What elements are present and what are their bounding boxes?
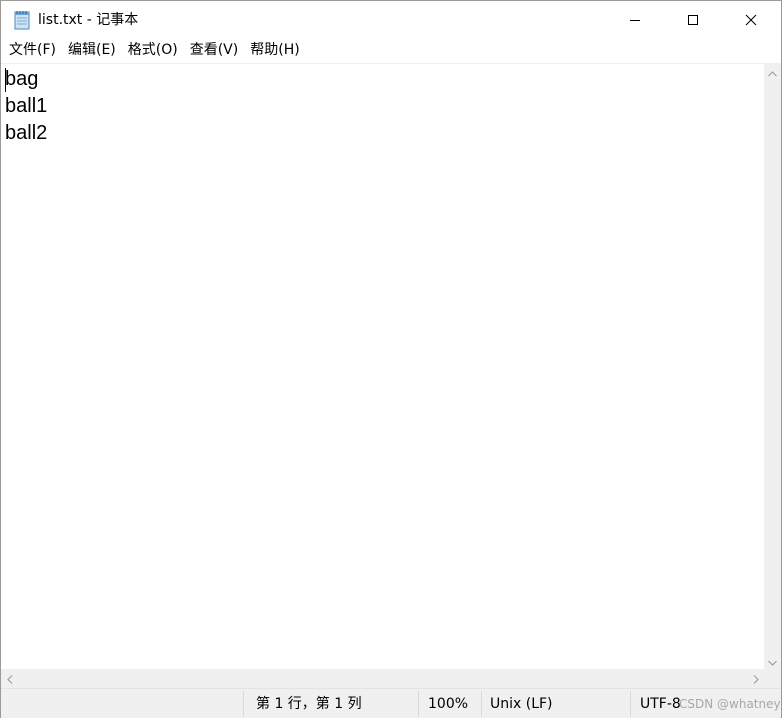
text-line[interactable]: bag xyxy=(5,66,47,93)
window-title: list.txt - 记事本 xyxy=(38,12,139,28)
scroll-left-button[interactable] xyxy=(1,669,18,688)
maximize-icon xyxy=(687,14,699,26)
minimize-icon xyxy=(629,14,641,26)
text-line[interactable]: ball1 xyxy=(5,93,47,120)
scrollbar-corner xyxy=(764,669,781,688)
text-line[interactable]: ball2 xyxy=(5,120,47,147)
close-icon xyxy=(745,14,757,26)
status-bar: 第 1 行，第 1 列 100% Unix (LF) UTF-8 CSDN @w… xyxy=(1,688,781,718)
maximize-button[interactable] xyxy=(663,1,723,38)
scroll-down-button[interactable] xyxy=(764,652,781,669)
notepad-icon xyxy=(12,10,32,30)
status-divider xyxy=(481,691,482,717)
menu-format[interactable]: 格式(O) xyxy=(122,38,184,63)
menu-edit[interactable]: 编辑(E) xyxy=(62,38,122,63)
menu-view[interactable]: 查看(V) xyxy=(184,38,245,63)
menu-file[interactable]: 文件(F) xyxy=(3,38,62,63)
title-bar[interactable]: list.txt - 记事本 xyxy=(1,1,781,38)
minimize-button[interactable] xyxy=(605,1,665,38)
notepad-window: list.txt - 记事本 文件(F) 编辑(E) 格式(O) 查看(V) 帮… xyxy=(0,0,782,718)
chevron-right-icon xyxy=(753,669,759,688)
chevron-up-icon xyxy=(768,62,777,81)
horizontal-scrollbar[interactable] xyxy=(1,669,764,688)
encoding: UTF-8 xyxy=(640,696,681,712)
watermark: CSDN @whatney xyxy=(679,697,781,711)
chevron-left-icon xyxy=(6,669,13,688)
menu-help[interactable]: 帮助(H) xyxy=(244,38,305,63)
line-ending: Unix (LF) xyxy=(490,696,553,712)
status-divider xyxy=(418,691,419,717)
menu-bar: 文件(F) 编辑(E) 格式(O) 查看(V) 帮助(H) xyxy=(1,38,781,63)
chevron-down-icon xyxy=(768,651,777,670)
scroll-up-button[interactable] xyxy=(764,63,781,80)
editor-content[interactable]: bag ball1 ball2 xyxy=(5,66,47,147)
scroll-right-button[interactable] xyxy=(747,669,764,688)
text-caret xyxy=(5,68,6,92)
close-button[interactable] xyxy=(721,1,781,38)
status-divider xyxy=(630,691,631,717)
zoom-level: 100% xyxy=(428,696,469,712)
status-divider xyxy=(243,691,244,717)
vertical-scrollbar[interactable] xyxy=(764,63,781,669)
text-editor[interactable]: bag ball1 ball2 xyxy=(1,63,764,669)
cursor-position: 第 1 行，第 1 列 xyxy=(256,696,362,712)
